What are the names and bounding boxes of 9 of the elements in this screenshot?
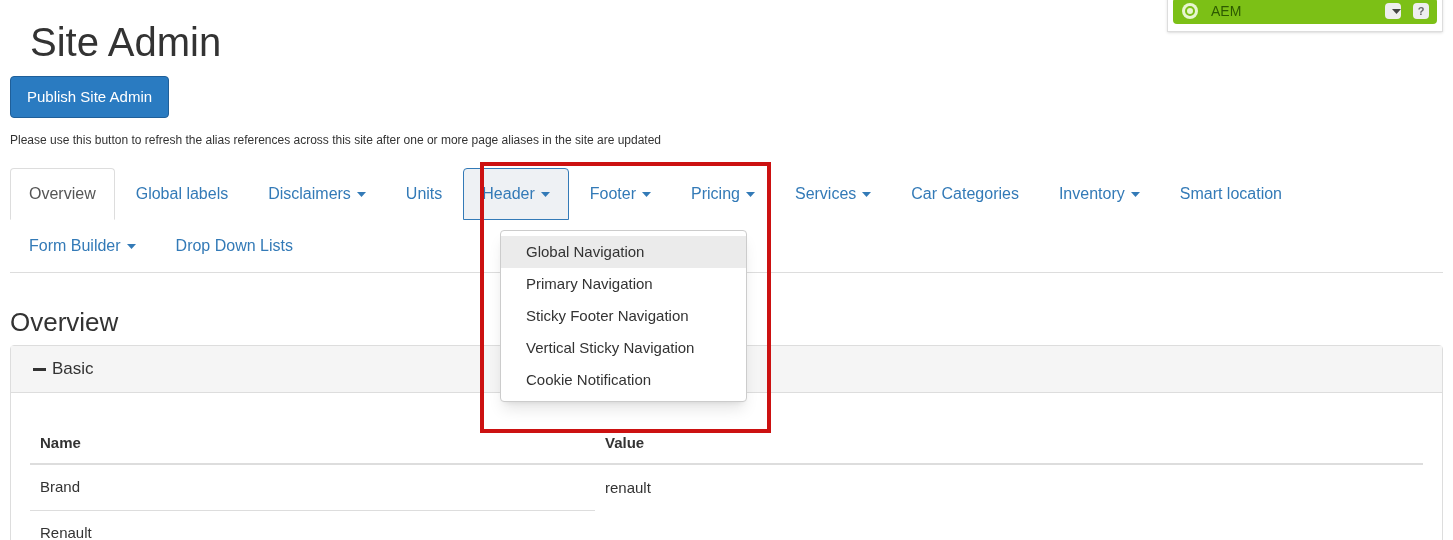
page-title: Site Admin xyxy=(30,19,222,66)
column-header: Value xyxy=(604,432,645,453)
table-cell-text: renault xyxy=(604,477,651,498)
toolbar-title: AEM xyxy=(1211,1,1243,21)
section-heading: Overview xyxy=(10,306,119,339)
table-cell: Renault xyxy=(30,511,595,540)
table-cell: Brand xyxy=(30,465,595,511)
column-header: Name xyxy=(39,432,82,453)
help-text: Please use this button to refresh the alias references across this site after one or more page aliases in the site are updated xyxy=(10,132,662,148)
